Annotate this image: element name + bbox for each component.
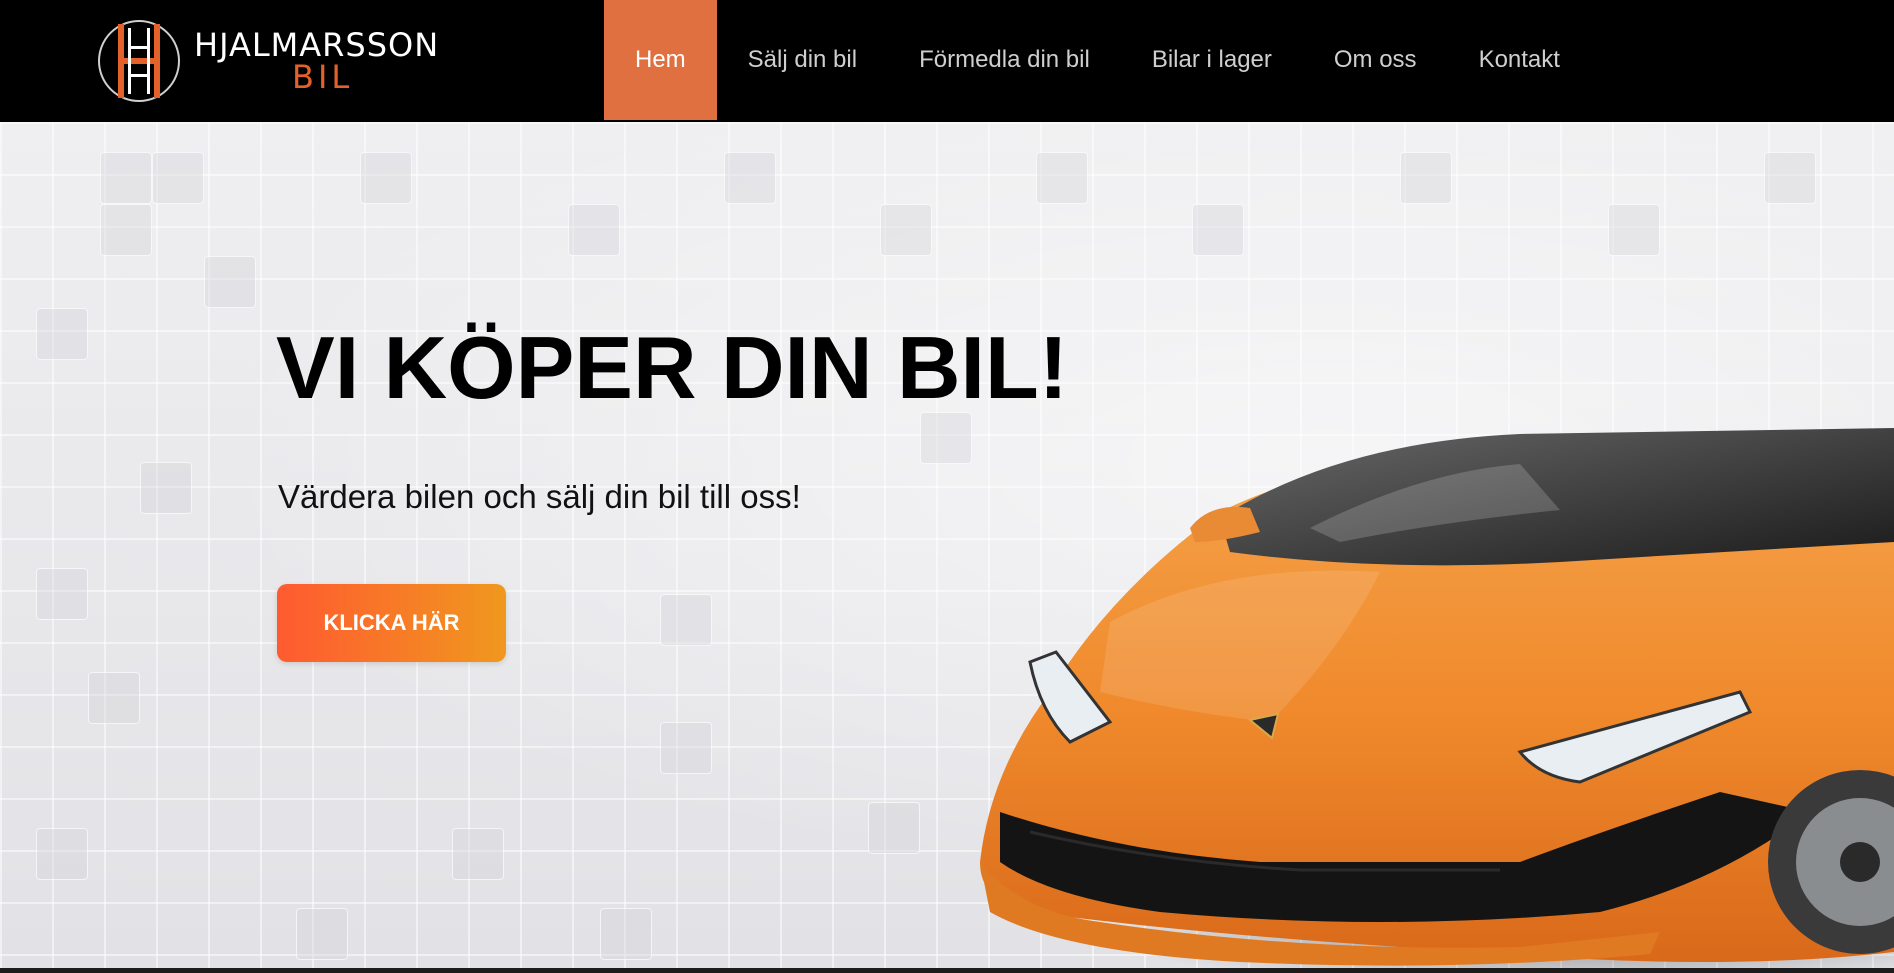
brand-sub: BIL [292,58,354,96]
main-nav: Hem Sälj din bil Förmedla din bil Bilar … [604,0,1591,120]
page: HJALMARSSON BIL Hem Sälj din bil Förmedl… [0,0,1894,973]
logo-monogram-icon [98,20,180,102]
nav-item-salj-din-bil[interactable]: Sälj din bil [717,0,888,120]
site-header: HJALMARSSON BIL Hem Sälj din bil Förmedl… [0,0,1894,122]
hero-title: VI KÖPER DIN BIL! [276,318,1069,417]
nav-item-hem[interactable]: Hem [604,0,717,120]
hero-subtitle: Värdera bilen och sälj din bil till oss! [278,478,801,515]
nav-item-bilar-i-lager[interactable]: Bilar i lager [1121,0,1303,120]
brand-logo[interactable]: HJALMARSSON BIL [96,18,446,102]
nav-item-kontakt[interactable]: Kontakt [1448,0,1591,120]
orange-sports-car-image [980,428,1894,970]
nav-item-formedla-din-bil[interactable]: Förmedla din bil [888,0,1121,120]
cta-button[interactable]: KLICKA HÄR [277,584,506,662]
hero-bottom-divider [0,968,1894,973]
nav-item-om-oss[interactable]: Om oss [1303,0,1448,120]
hero-section: VI KÖPER DIN BIL! Värdera bilen och sälj… [0,122,1894,970]
